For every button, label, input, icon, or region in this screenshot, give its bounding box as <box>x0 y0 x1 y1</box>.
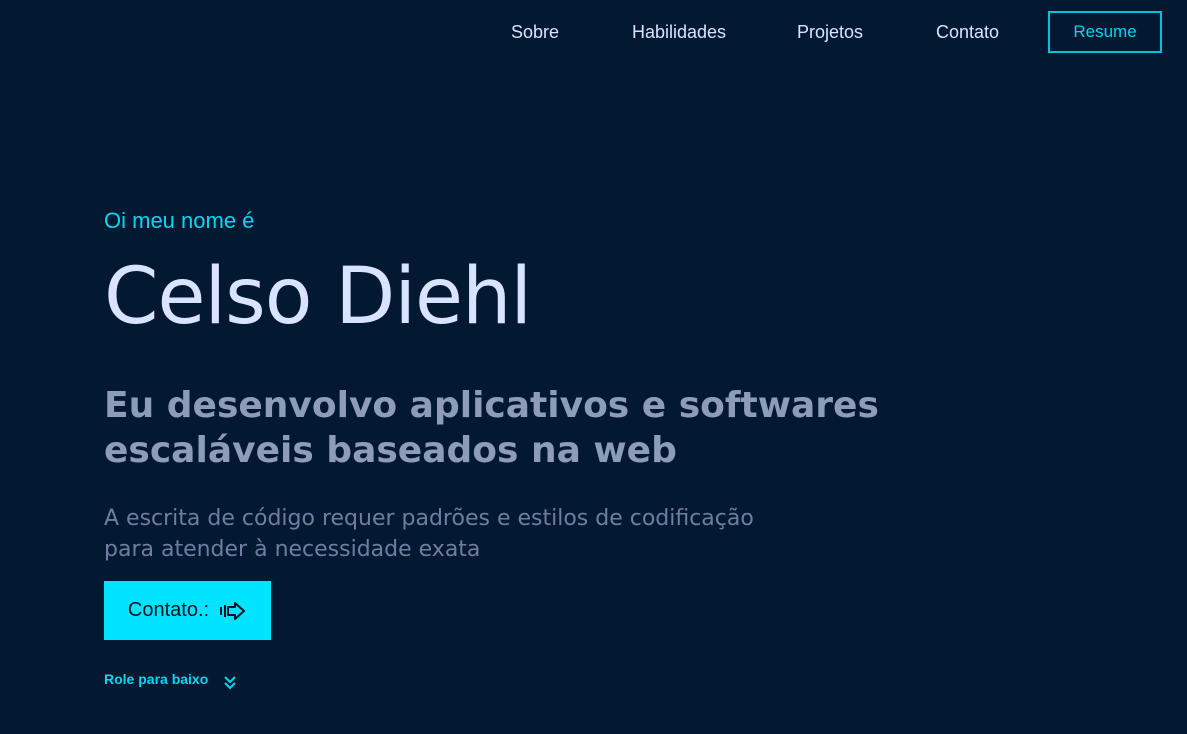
greeting-text: Oi meu nome é <box>104 208 255 233</box>
hero-subtitle: Eu desenvolvo aplicativos e softwares es… <box>104 385 879 471</box>
arrow-right-icon <box>219 599 247 623</box>
resume-button[interactable]: Resume <box>1048 11 1162 53</box>
scroll-down-link[interactable]: Role para baixo <box>104 668 238 690</box>
nav-link-sobre[interactable]: Sobre <box>511 22 559 43</box>
hero-description: A escrita de código requer padrões e est… <box>104 506 754 562</box>
contact-button[interactable]: Contato.: <box>104 581 271 640</box>
nav-link-projetos[interactable]: Projetos <box>797 22 863 43</box>
contact-button-label: Contato.: <box>127 599 210 621</box>
top-nav: Sobre Habilidades Projetos Contato Resum… <box>0 0 1187 70</box>
double-chevron-down-icon <box>222 674 238 690</box>
scroll-down-label: Role para baixo <box>104 671 209 687</box>
hero-name: Celso Diehl <box>104 252 532 342</box>
nav-link-contato[interactable]: Contato <box>936 22 999 43</box>
nav-link-habilidades[interactable]: Habilidades <box>632 22 726 43</box>
